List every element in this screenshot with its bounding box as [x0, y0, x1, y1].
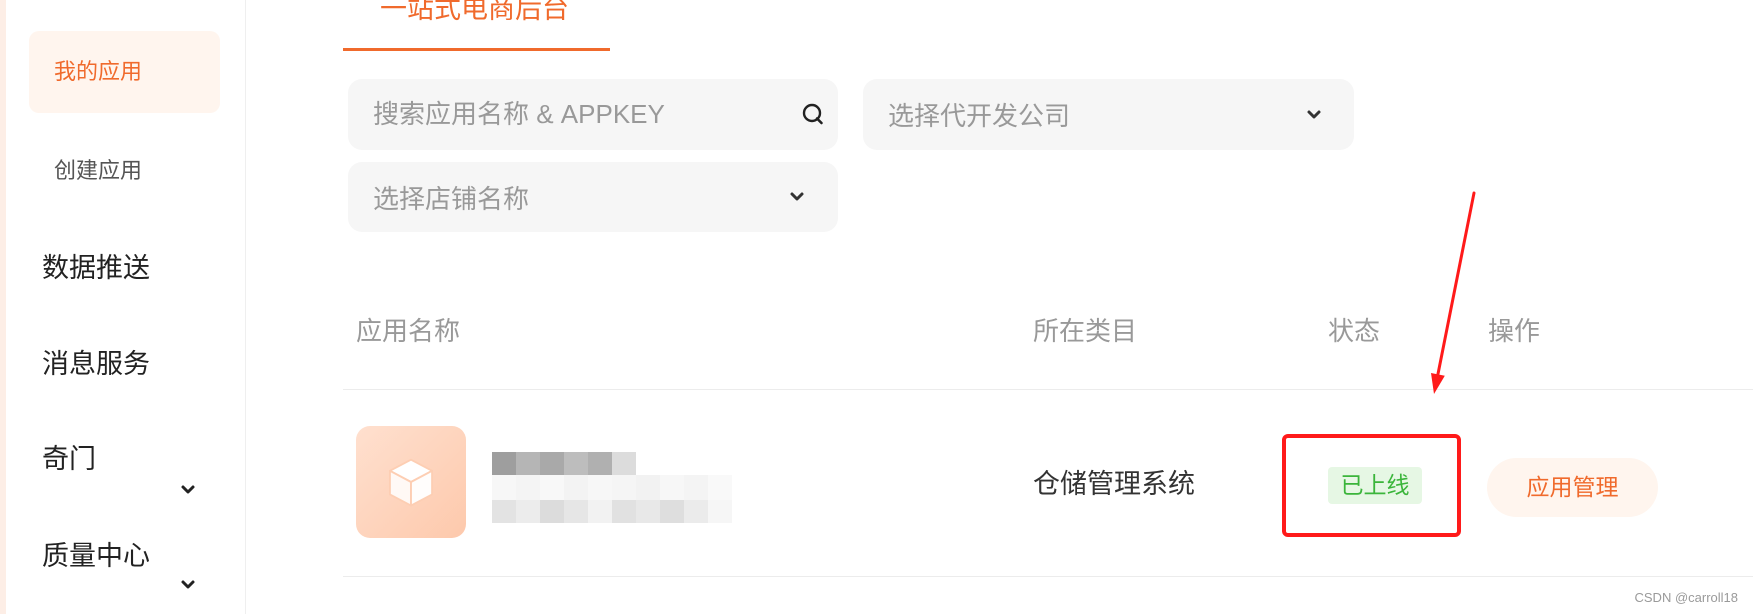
redacted-block	[588, 500, 612, 523]
sidebar-item-qimen[interactable]: 奇门	[42, 442, 96, 476]
sidebar-item-label: 奇门	[42, 444, 96, 474]
redacted-block	[612, 500, 636, 523]
app-icon	[356, 426, 466, 538]
search-icon[interactable]	[802, 103, 824, 125]
redacted-block	[492, 475, 516, 500]
sidebar-item-label: 创建应用	[54, 158, 143, 183]
manage-app-button[interactable]: 应用管理	[1487, 458, 1658, 517]
column-header-category: 所在类目	[1033, 316, 1138, 346]
chevron-down-icon[interactable]	[179, 576, 197, 594]
redacted-block	[564, 452, 588, 475]
chevron-down-icon	[1307, 110, 1321, 118]
sidebar-item-label: 数据推送	[42, 253, 150, 283]
redacted-block	[612, 452, 636, 475]
annotation-highlight-box	[1282, 434, 1461, 537]
watermark: CSDN @carroll18	[1634, 590, 1739, 605]
sidebar-item-quality-center[interactable]: 质量中心	[42, 539, 150, 573]
redacted-block	[636, 475, 660, 500]
shop-select[interactable]: 选择店铺名称	[348, 162, 838, 232]
redacted-block	[540, 500, 564, 523]
redacted-block	[492, 500, 516, 523]
redacted-block	[516, 452, 540, 475]
column-header-actions: 操作	[1488, 316, 1541, 346]
chevron-down-icon	[790, 192, 804, 201]
redacted-block	[540, 452, 564, 475]
app-name-redacted	[492, 452, 732, 523]
column-header-status: 状态	[1328, 316, 1381, 346]
company-select[interactable]: 选择代开发公司	[863, 79, 1354, 150]
redacted-block	[660, 500, 684, 523]
chevron-down-icon[interactable]	[179, 481, 197, 499]
redacted-block	[612, 475, 636, 500]
redacted-block	[492, 452, 516, 475]
sidebar-item-label: 我的应用	[54, 59, 143, 84]
sidebar-item-label: 消息服务	[42, 349, 150, 379]
redacted-block	[684, 475, 708, 500]
sidebar-item-my-apps[interactable]: 我的应用	[29, 31, 220, 113]
cube-icon	[388, 458, 434, 507]
column-header-app-name: 应用名称	[356, 316, 461, 346]
table-row-divider	[343, 576, 1753, 577]
redacted-block	[684, 500, 708, 523]
search-box[interactable]	[348, 79, 838, 150]
redacted-block	[588, 475, 612, 500]
redacted-block	[588, 452, 612, 475]
search-input[interactable]	[348, 79, 788, 150]
redacted-block	[564, 500, 588, 523]
redacted-block	[540, 475, 564, 500]
tab-active-indicator	[343, 48, 610, 51]
redacted-block	[708, 475, 732, 500]
redacted-row	[492, 475, 732, 500]
redacted-block	[564, 475, 588, 500]
shop-select-placeholder: 选择店铺名称	[373, 183, 530, 214]
tab-ecommerce-backend[interactable]: 一站式电商后台	[380, 0, 569, 26]
sidebar-item-message-service[interactable]: 消息服务	[42, 347, 150, 381]
company-select-placeholder: 选择代开发公司	[888, 101, 1071, 131]
redacted-block	[708, 500, 732, 523]
redacted-block	[636, 500, 660, 523]
redacted-block	[660, 475, 684, 500]
app-category: 仓储管理系统	[1033, 469, 1195, 499]
sidebar-item-create-app[interactable]: 创建应用	[54, 156, 142, 186]
sidebar-item-label: 质量中心	[42, 541, 150, 571]
redacted-block	[516, 475, 540, 500]
annotation-arrow	[1431, 191, 1476, 394]
redacted-row	[492, 500, 732, 523]
sidebar-item-data-push[interactable]: 数据推送	[42, 251, 150, 285]
table-header-divider	[343, 389, 1753, 390]
redacted-block	[516, 500, 540, 523]
redacted-row	[492, 452, 732, 475]
